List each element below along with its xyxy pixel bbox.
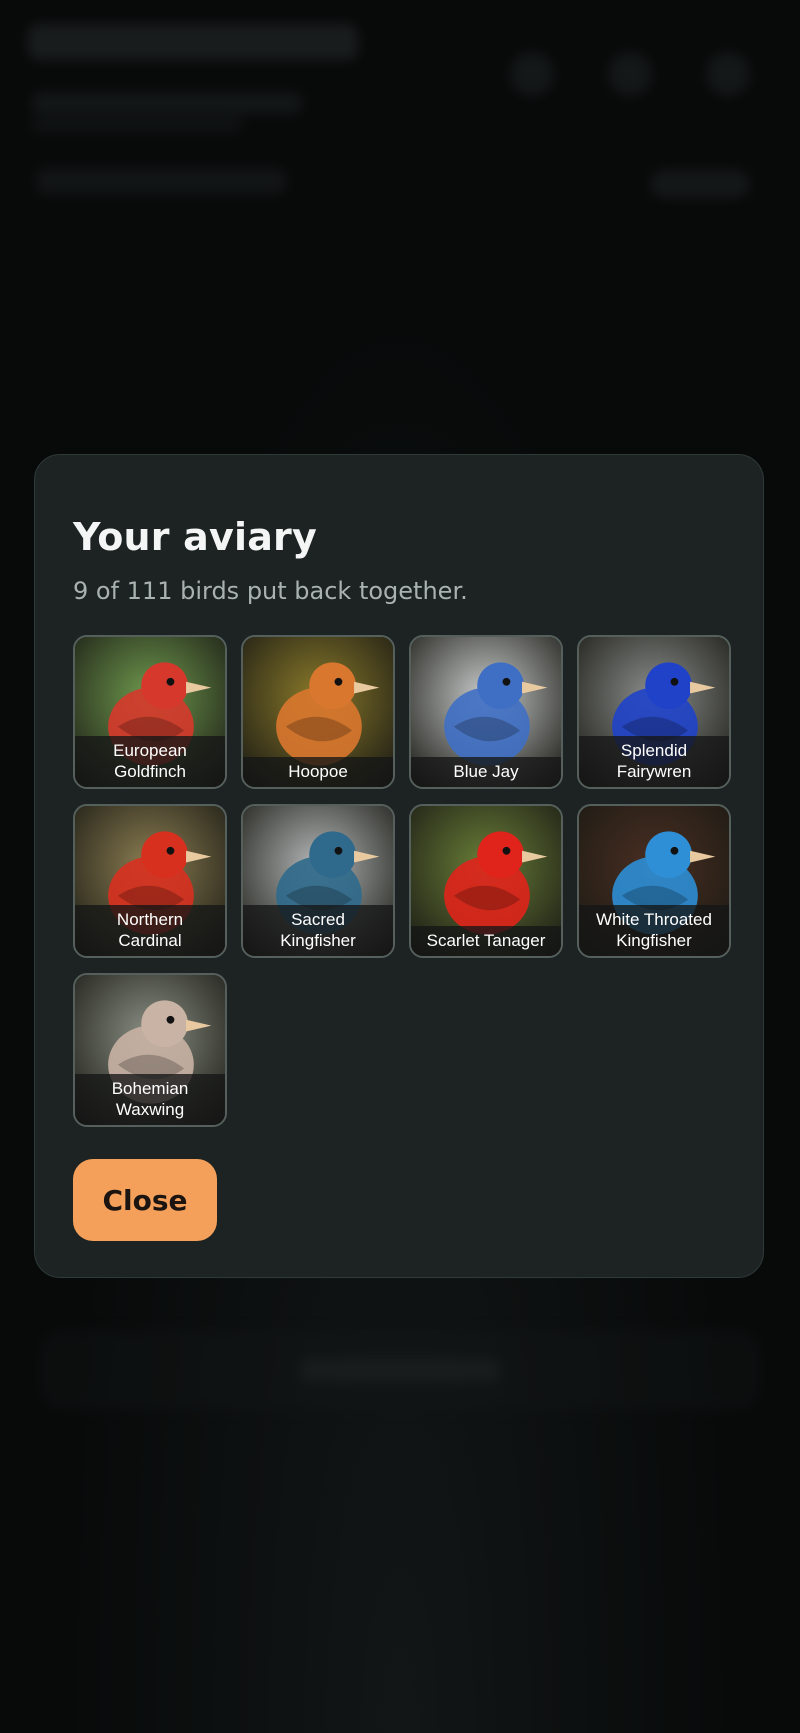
background-bar	[36, 168, 286, 194]
bird-tile[interactable]: White Throated Kingfisher	[577, 804, 731, 958]
bird-tile-label: Blue Jay	[411, 757, 561, 787]
bird-tile-label: Scarlet Tanager	[411, 926, 561, 956]
dialog-title: Your aviary	[73, 515, 317, 559]
background-icon	[706, 52, 750, 96]
dialog-subtitle: 9 of 111 birds put back together.	[73, 577, 468, 605]
bird-tile-label: Bohemian Waxwing	[75, 1074, 225, 1125]
bird-tile-label: Sacred Kingfisher	[243, 905, 393, 956]
background-pill	[650, 170, 750, 198]
bird-tile[interactable]: Scarlet Tanager	[409, 804, 563, 958]
bird-tile[interactable]: Sacred Kingfisher	[241, 804, 395, 958]
background-icon	[608, 52, 652, 96]
bird-tile[interactable]: Blue Jay	[409, 635, 563, 789]
background-subtitle	[32, 92, 302, 114]
background-bottom-label	[300, 1358, 500, 1382]
bird-tile[interactable]: Splendid Fairywren	[577, 635, 731, 789]
screen: Your aviary 9 of 111 birds put back toge…	[0, 0, 800, 1733]
bird-tile-label: Hoopoe	[243, 757, 393, 787]
background-title	[28, 24, 358, 60]
bird-tile[interactable]: Northern Cardinal	[73, 804, 227, 958]
bird-tile[interactable]: European Goldfinch	[73, 635, 227, 789]
bird-tile-label: White Throated Kingfisher	[579, 905, 729, 956]
bird-tile-label: European Goldfinch	[75, 736, 225, 787]
bird-tile-label: Northern Cardinal	[75, 905, 225, 956]
bird-grid: European Goldfinch Hoopoe Blue Jay Splen…	[73, 635, 731, 1127]
bird-tile[interactable]: Bohemian Waxwing	[73, 973, 227, 1127]
bird-tile-label: Splendid Fairywren	[579, 736, 729, 787]
close-button[interactable]: Close	[73, 1159, 217, 1241]
background-caption	[32, 118, 242, 132]
bird-tile[interactable]: Hoopoe	[241, 635, 395, 789]
background-icon	[510, 52, 554, 96]
aviary-dialog: Your aviary 9 of 111 birds put back toge…	[34, 454, 764, 1278]
